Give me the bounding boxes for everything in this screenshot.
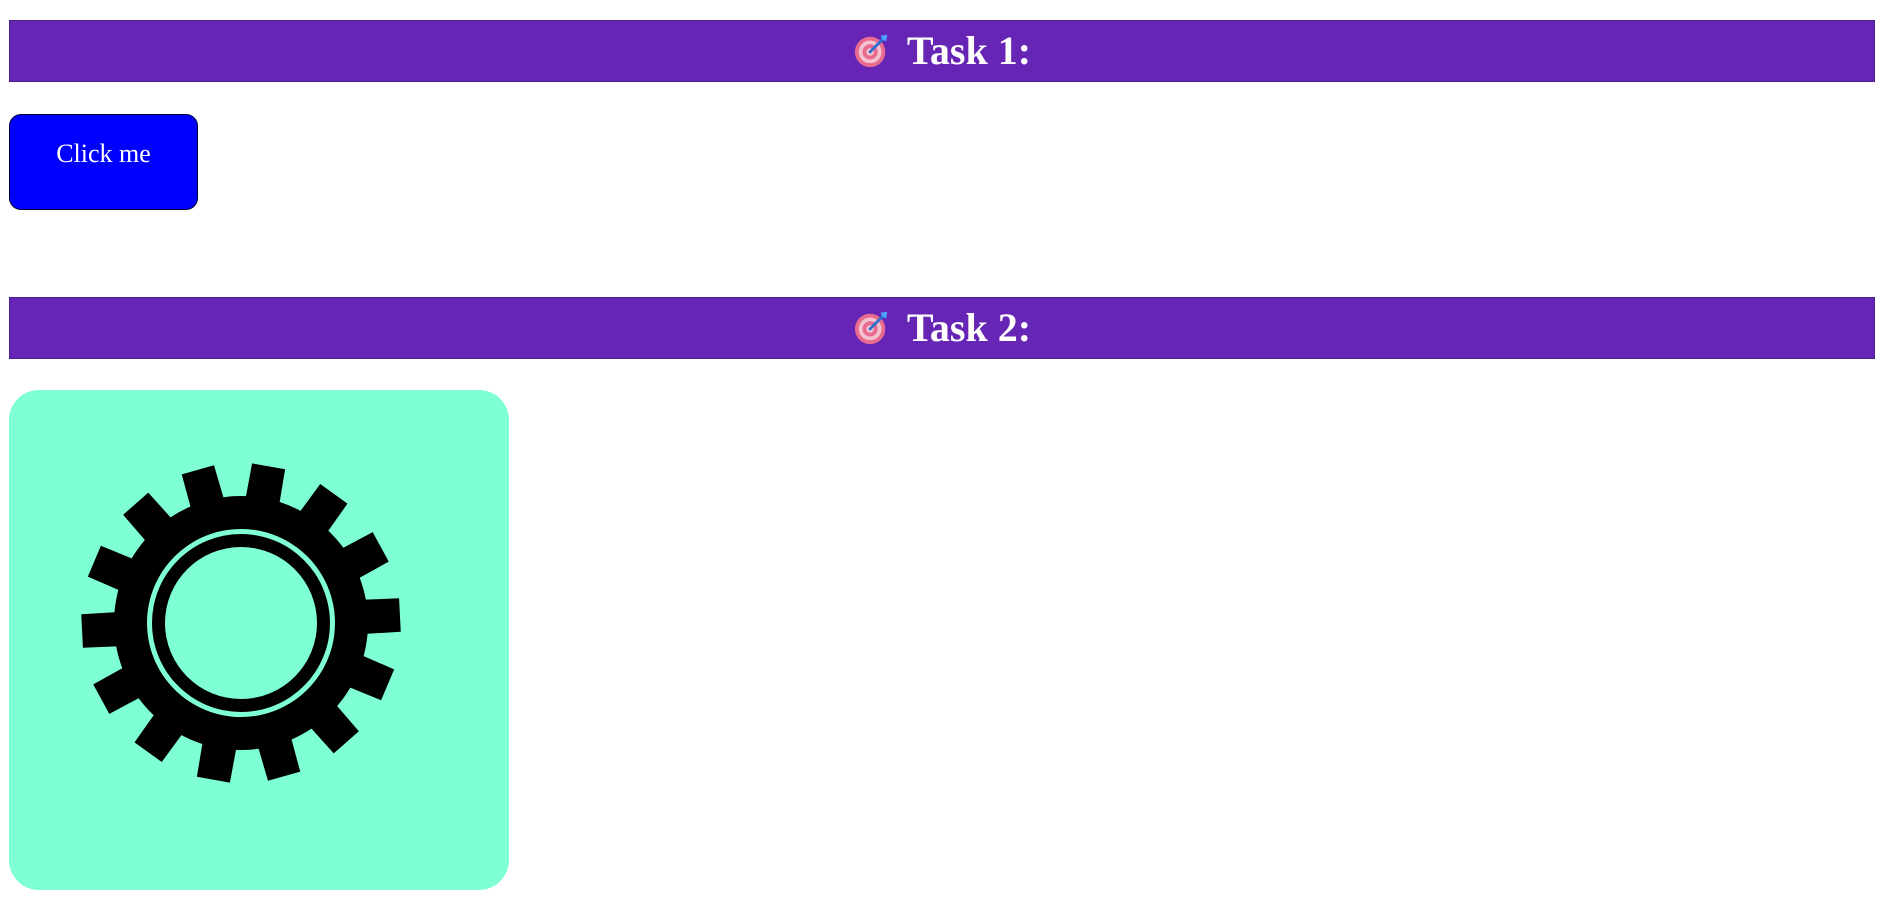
click-me-button[interactable]: Click me	[9, 114, 198, 210]
page: Task 1: Click me Task 2:	[0, 0, 1884, 907]
gear-icon	[81, 463, 401, 783]
target-dart-icon	[854, 311, 888, 345]
task-2-header: Task 2:	[9, 297, 1875, 359]
task-1-header: Task 1:	[9, 20, 1875, 82]
task-1-title: Task 1:	[906, 28, 1032, 73]
gear-tile[interactable]	[9, 390, 509, 890]
target-dart-icon	[854, 34, 888, 68]
gear-hole	[165, 547, 317, 699]
task-2-title: Task 2:	[906, 305, 1032, 350]
